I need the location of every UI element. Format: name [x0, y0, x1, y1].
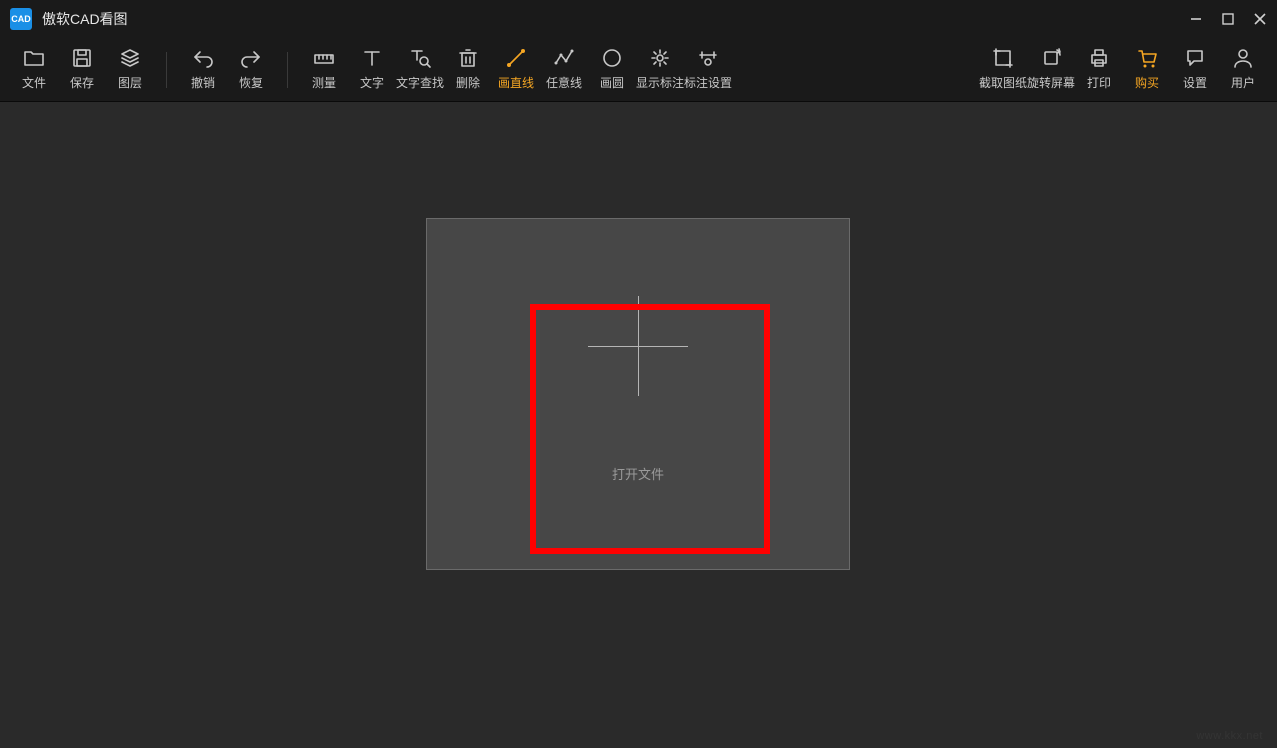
- toolbar-label: 画圆: [600, 74, 624, 91]
- rotate-icon: [1040, 48, 1062, 68]
- printer-icon: [1088, 48, 1110, 68]
- titlebar: CAD 傲软CAD看图: [0, 0, 1277, 38]
- undo-button[interactable]: 撤销: [179, 42, 227, 98]
- polyline-icon: [553, 48, 575, 68]
- toolbar-label: 设置: [1183, 74, 1207, 91]
- toolbar-label: 旋转屏幕: [1027, 74, 1075, 91]
- toolbar-label: 截取图纸: [979, 74, 1027, 91]
- rotate-screen-button[interactable]: 旋转屏幕: [1027, 42, 1075, 98]
- save-button[interactable]: 保存: [58, 42, 106, 98]
- ruler-icon: [313, 48, 335, 68]
- toolbar-label: 用户: [1231, 74, 1255, 91]
- toolbar-label: 文件: [22, 74, 46, 91]
- text-find-button[interactable]: 文字查找: [396, 42, 444, 98]
- titlebar-left: CAD 傲软CAD看图: [10, 8, 128, 30]
- toolbar-label: 测量: [312, 74, 336, 91]
- trash-icon: [457, 48, 479, 68]
- text-button[interactable]: 文字: [348, 42, 396, 98]
- annotation-settings-button[interactable]: 标注设置: [684, 42, 732, 98]
- user-button[interactable]: 用户: [1219, 42, 1267, 98]
- toolbar-label: 任意线: [546, 74, 582, 91]
- toolbar: 文件 保存 图层 撤销 恢复 测量 文字文字查找删除 画直线任意线 画圆显示标注标注设置 截取图纸…: [0, 38, 1277, 102]
- crop-icon: [992, 48, 1014, 68]
- redo-button[interactable]: 恢复: [227, 42, 275, 98]
- toolbar-label: 打印: [1087, 74, 1111, 91]
- close-button[interactable]: [1251, 10, 1269, 28]
- app-title: 傲软CAD看图: [42, 9, 128, 29]
- find-text-icon: [409, 48, 431, 68]
- print-button[interactable]: 打印: [1075, 42, 1123, 98]
- layers-button[interactable]: 图层: [106, 42, 154, 98]
- toolbar-label: 撤销: [191, 74, 215, 91]
- text-icon: [361, 48, 383, 68]
- app-logo: CAD: [10, 8, 32, 30]
- draw-line-button[interactable]: 画直线: [492, 42, 540, 98]
- window-controls: [1187, 10, 1269, 28]
- toolbar-label: 图层: [118, 74, 142, 91]
- toolbar-label: 画直线: [498, 74, 534, 91]
- line-icon: [505, 48, 527, 68]
- layers-icon: [119, 48, 141, 68]
- cart-icon: [1136, 48, 1158, 68]
- toolbar-label: 购买: [1135, 74, 1159, 91]
- plus-icon: [588, 296, 688, 396]
- capture-drawing-button[interactable]: 截取图纸: [979, 42, 1027, 98]
- measure-button[interactable]: 测量: [300, 42, 348, 98]
- toolbar-label: 保存: [70, 74, 94, 91]
- open-file-panel[interactable]: 打开文件: [426, 218, 850, 570]
- toolbar-label: 显示标注: [636, 74, 684, 91]
- show-annotations-button[interactable]: 显示标注: [636, 42, 684, 98]
- circle-icon: [601, 48, 623, 68]
- redo-icon: [240, 48, 262, 68]
- undo-icon: [192, 48, 214, 68]
- chat-icon: [1184, 48, 1206, 68]
- folder-icon: [23, 48, 45, 68]
- toolbar-label: 文字: [360, 74, 384, 91]
- user-icon: [1232, 48, 1254, 68]
- annotation-settings-icon: [697, 48, 719, 68]
- draw-polyline-button[interactable]: 任意线: [540, 42, 588, 98]
- maximize-button[interactable]: [1219, 10, 1237, 28]
- toolbar-label: 标注设置: [684, 74, 732, 91]
- file-button[interactable]: 文件: [10, 42, 58, 98]
- save-icon: [71, 48, 93, 68]
- draw-circle-button[interactable]: 画圆: [588, 42, 636, 98]
- canvas-area: 打开文件 www.kkx.net: [0, 102, 1277, 748]
- toolbar-label: 文字查找: [396, 74, 444, 91]
- delete-button[interactable]: 删除: [444, 42, 492, 98]
- open-file-label: 打开文件: [612, 464, 664, 483]
- buy-button[interactable]: 购买: [1123, 42, 1171, 98]
- toolbar-label: 恢复: [239, 74, 263, 91]
- toolbar-separator: [166, 52, 167, 88]
- settings-button[interactable]: 设置: [1171, 42, 1219, 98]
- toolbar-label: 删除: [456, 74, 480, 91]
- annotation-show-icon: [649, 48, 671, 68]
- watermark: www.kkx.net: [1196, 730, 1263, 742]
- minimize-button[interactable]: [1187, 10, 1205, 28]
- toolbar-separator: [287, 52, 288, 88]
